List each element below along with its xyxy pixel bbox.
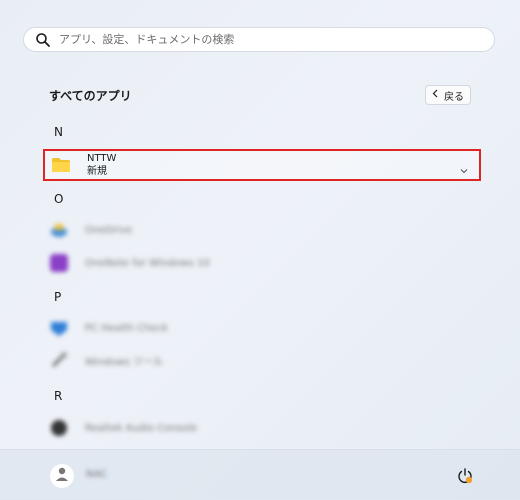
page-title: すべてのアプリ: [49, 89, 132, 103]
app-name: NTTW: [87, 153, 117, 164]
app-item-tools[interactable]: Windows ツール: [43, 346, 481, 374]
app-name: Realtek Audio Console: [85, 422, 197, 434]
chevron-down-icon[interactable]: [459, 161, 469, 174]
start-footer: NAC: [0, 449, 520, 500]
user-icon: [54, 466, 70, 486]
app-name: Windows ツール: [85, 356, 163, 368]
app-item-pc-health-check[interactable]: PC Health Check: [43, 314, 481, 342]
app-item-onedrive[interactable]: OneDrive: [43, 216, 481, 244]
app-item-onenote[interactable]: OneNote for Windows 10: [43, 249, 481, 277]
app-item-nttw[interactable]: NTTW 新規: [43, 149, 481, 181]
avatar[interactable]: [50, 464, 74, 488]
back-button[interactable]: 戻る: [425, 85, 471, 105]
search-icon: [35, 32, 51, 48]
folder-icon: [51, 155, 71, 175]
search-input[interactable]: [59, 29, 494, 50]
section-letter-r[interactable]: R: [54, 389, 62, 403]
realtek-icon: [49, 418, 69, 438]
user-name[interactable]: NAC: [86, 469, 107, 480]
tools-icon: [49, 350, 69, 370]
onedrive-icon: [49, 220, 69, 240]
app-item-realtek[interactable]: Realtek Audio Console: [43, 414, 481, 442]
onenote-icon: [49, 253, 69, 273]
app-name: OneDrive: [85, 224, 133, 236]
app-name: OneNote for Windows 10: [85, 257, 210, 269]
app-subtitle: 新規: [87, 166, 107, 177]
back-button-label: 戻る: [444, 91, 464, 103]
app-name: PC Health Check: [85, 322, 168, 334]
section-letter-n[interactable]: N: [54, 125, 63, 139]
section-letter-o[interactable]: O: [54, 192, 63, 206]
pc-health-check-icon: [49, 318, 69, 338]
chevron-left-icon: [432, 89, 438, 101]
search-box[interactable]: [23, 27, 495, 52]
power-icon[interactable]: [456, 467, 474, 485]
section-letter-p[interactable]: P: [54, 290, 61, 304]
